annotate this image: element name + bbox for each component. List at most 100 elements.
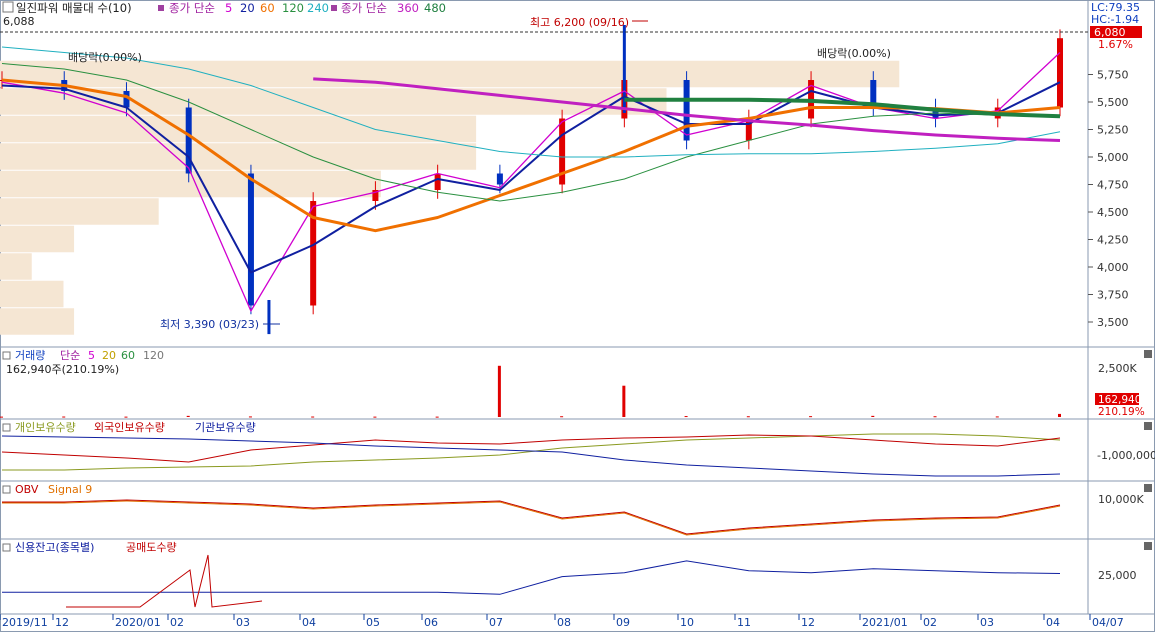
hc-label: HC:-1.94 <box>1091 13 1139 26</box>
price-tick-label: 3,750 <box>1097 289 1129 302</box>
price-tick-label: 4,500 <box>1097 206 1129 219</box>
volume-bar <box>746 416 750 418</box>
obv-checkbox[interactable] <box>2 485 11 494</box>
x-tick-label: 12 <box>55 616 69 629</box>
volume-bar <box>248 416 252 418</box>
stock-chart-window[interactable]: 3,500 3,750 4,000 4,250 4,500 4,750 5,000 5,250… <box>0 0 1155 632</box>
price-tick-label: 5,000 <box>1097 151 1129 164</box>
volume-bar <box>373 416 377 418</box>
price-tick-label: 4,000 <box>1097 261 1129 274</box>
volume-bar <box>684 416 688 418</box>
volume-bar <box>1058 413 1061 417</box>
volume-bar <box>809 416 813 418</box>
holding-axis-label: -1,000,000 <box>1097 449 1155 462</box>
x-tick-label: 10 <box>680 616 694 629</box>
volume-bar <box>622 385 626 417</box>
ma-legend-120[interactable]: 120 <box>282 1 304 15</box>
ma-legend-marker <box>158 5 164 11</box>
candle-body <box>434 173 441 190</box>
obv-line <box>2 499 1061 535</box>
volume-profile-bar <box>0 280 64 308</box>
x-tick-label: 05 <box>366 616 380 629</box>
candle-body <box>247 173 254 306</box>
holding-label-individual[interactable]: 개인보유수량 <box>15 421 76 434</box>
ma-legend-label[interactable]: 종가 단순 <box>169 1 215 15</box>
x-tick-label: 02 <box>923 616 937 629</box>
holding-foreign-line <box>1 434 1061 463</box>
chart-title[interactable]: 일진파워 매물대 수(10) <box>16 1 132 15</box>
volume-panel[interactable]: 거래량 단순 5 20 60 120 162,940주(210.19%) 2,5… <box>0 349 1145 418</box>
obv-lines <box>2 499 1061 536</box>
price-tick-label: 4,750 <box>1097 179 1129 192</box>
holding-individual-line <box>2 433 1061 471</box>
x-tick-label: 07 <box>489 616 503 629</box>
volume-profile-bar <box>0 115 477 143</box>
candle-body <box>683 80 690 141</box>
short-sale-line <box>66 554 263 608</box>
volume-bar <box>435 416 439 418</box>
x-tick-label: 11 <box>737 616 751 629</box>
price-tick-labels: 3,500 3,750 4,000 4,250 4,500 4,750 5,000 5,250… <box>1088 69 1129 329</box>
ma-legend-240[interactable]: 240 <box>307 1 329 15</box>
volume-bar <box>560 416 564 418</box>
holding-label-foreign[interactable]: 외국인보유수량 <box>94 421 165 434</box>
volume-profile-bar <box>0 253 32 280</box>
price-legend[interactable]: 일진파워 매물대 수(10) 종가 단순 5 20 60 120 240 종가 … <box>2 1 446 28</box>
x-tick-label: 2019/11 <box>2 616 48 629</box>
volume-ma-label: 단순 <box>60 349 80 362</box>
x-tick-label: 02 <box>170 616 184 629</box>
volume-bar <box>0 416 3 418</box>
volume-profile-bar <box>0 143 477 170</box>
candle-body <box>1057 38 1063 108</box>
x-tick-label: 09 <box>616 616 630 629</box>
obv-close-button[interactable] <box>1144 484 1152 492</box>
legend-checkbox[interactable] <box>2 1 14 13</box>
ma-legend-20[interactable]: 20 <box>240 1 255 15</box>
obv-axis-label: 10,000K <box>1098 493 1144 506</box>
credit-panel[interactable]: 신용잔고(종목별) 공매도수량 25,000 <box>2 541 1137 608</box>
volume-current: 162,940주(210.19%) <box>6 363 119 376</box>
credit-close-button[interactable] <box>1144 542 1152 550</box>
x-tick-label: 08 <box>557 616 571 629</box>
high-annotation: 최고 6,200 (09/16) <box>530 16 629 29</box>
x-tick-label: 04/07 <box>1092 616 1124 629</box>
volume-last-pct: 210.19% <box>1098 406 1145 418</box>
change-pct: 1.67% <box>1098 38 1133 51</box>
obv-label[interactable]: OBV <box>15 483 39 496</box>
holding-checkbox[interactable] <box>2 423 11 432</box>
volume-ma-5: 5 <box>88 349 95 362</box>
credit-lines <box>2 554 1061 608</box>
price-tick-label: 5,500 <box>1097 96 1129 109</box>
chart-canvas[interactable]: 3,500 3,750 4,000 4,250 4,500 4,750 5,000 5,250… <box>0 0 1155 632</box>
volume-bars <box>0 365 1061 418</box>
credit-label[interactable]: 신용잔고(종목별) <box>15 541 94 554</box>
dividend-annotation-2: 배당락(0.00%) <box>817 47 891 60</box>
volume-ma-60: 60 <box>121 349 135 362</box>
ma-legend-5[interactable]: 5 <box>225 1 232 15</box>
price-tick-label: 5,750 <box>1097 69 1129 82</box>
holding-panel[interactable]: 개인보유수량 외국인보유수량 기관보유수량 -1,000,000 <box>1 421 1155 477</box>
obv-panel[interactable]: OBV Signal 9 10,000K <box>2 483 1144 536</box>
short-sale-label[interactable]: 공매도수량 <box>126 541 177 554</box>
ma-legend-480[interactable]: 480 <box>424 1 446 15</box>
ma-long-legend-label[interactable]: 종가 단순 <box>341 1 387 15</box>
volume-axis-label: 2,500K <box>1098 362 1137 375</box>
holding-close-button[interactable] <box>1144 422 1152 430</box>
volume-checkbox[interactable] <box>2 351 11 360</box>
obv-signal-label[interactable]: Signal 9 <box>48 483 92 496</box>
volume-bar <box>62 416 66 418</box>
ma-legend-360[interactable]: 360 <box>397 1 419 15</box>
volume-profile-bar <box>0 225 75 253</box>
credit-checkbox[interactable] <box>2 543 11 552</box>
x-tick-label: 03 <box>980 616 994 629</box>
volume-ma-20: 20 <box>102 349 116 362</box>
holding-label-institution[interactable]: 기관보유수량 <box>195 421 256 434</box>
volume-bar <box>871 415 875 417</box>
obv-signal-line <box>2 500 1061 536</box>
volume-title[interactable]: 거래량 <box>15 349 45 362</box>
candle-body <box>496 173 503 185</box>
price-tick-label: 4,250 <box>1097 234 1129 247</box>
volume-close-button[interactable] <box>1144 350 1152 358</box>
x-tick-label: 04 <box>1046 616 1060 629</box>
ma-legend-60[interactable]: 60 <box>260 1 275 15</box>
